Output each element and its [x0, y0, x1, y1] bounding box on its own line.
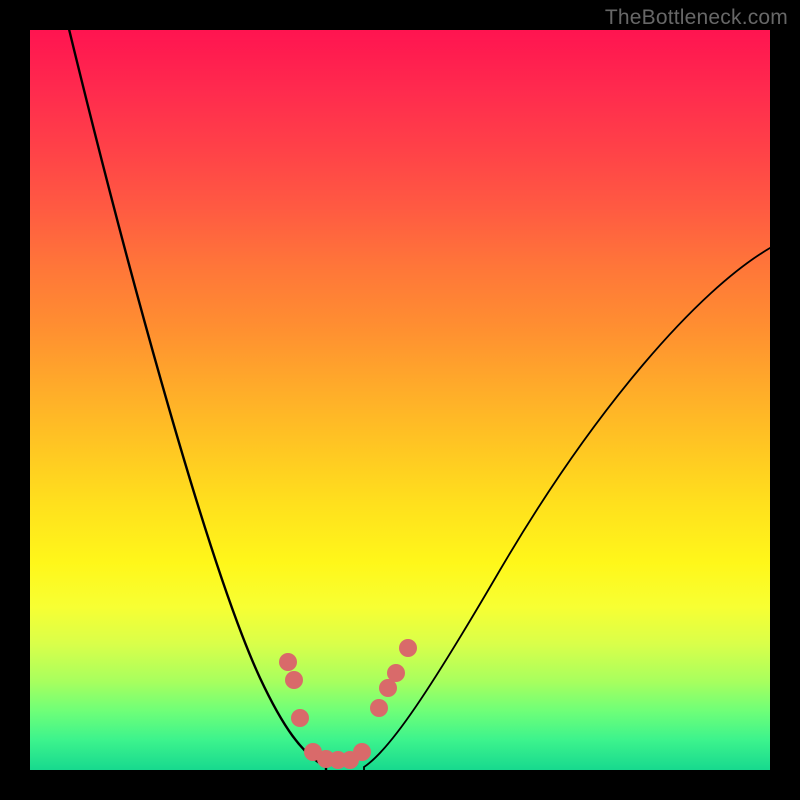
marker-group — [279, 639, 417, 769]
data-marker — [291, 709, 309, 727]
data-marker — [370, 699, 388, 717]
data-marker — [279, 653, 297, 671]
plot-area — [30, 30, 770, 770]
watermark-text: TheBottleneck.com — [605, 6, 788, 30]
data-marker — [285, 671, 303, 689]
data-marker — [387, 664, 405, 682]
chart-frame: TheBottleneck.com — [0, 0, 800, 800]
marker-layer — [30, 30, 770, 770]
data-marker — [353, 743, 371, 761]
data-marker — [399, 639, 417, 657]
